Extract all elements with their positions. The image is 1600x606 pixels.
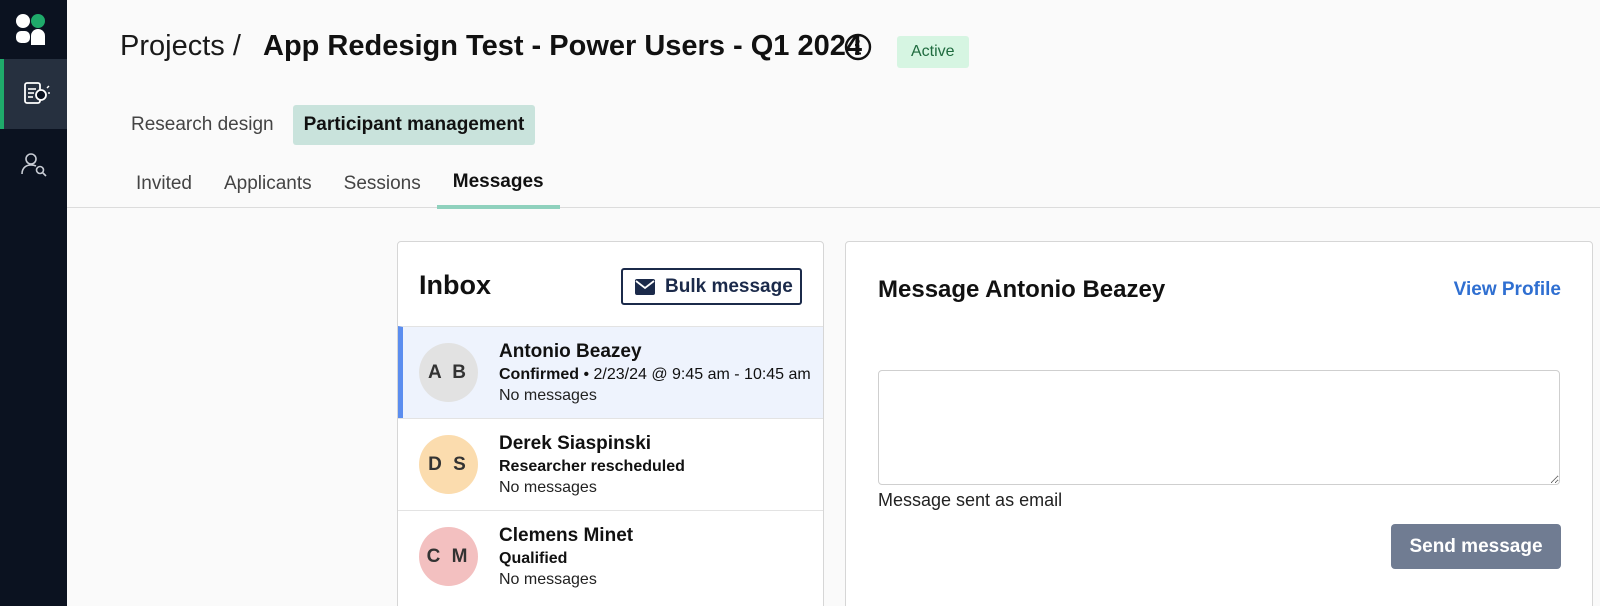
session-time: • 2/23/24 @ 9:45 am - 10:45 am — [579, 366, 811, 383]
sub-tabs: Invited Applicants Sessions Messages — [120, 162, 560, 209]
avatar: C M — [419, 527, 478, 586]
message-list: A B Antonio Beazey Confirmed • 2/23/24 @… — [398, 326, 823, 602]
participant-status-line: Qualified — [499, 550, 819, 568]
sidebar-item-research[interactable] — [0, 59, 67, 129]
info-icon[interactable] — [843, 32, 873, 62]
participant-name: Clemens Minet — [499, 525, 634, 546]
tab-participant-management[interactable]: Participant management — [292, 105, 536, 145]
message-count: No messages — [499, 571, 597, 588]
breadcrumb[interactable]: Projects / — [120, 30, 241, 63]
message-textarea[interactable] — [878, 370, 1560, 485]
tab-sessions[interactable]: Sessions — [328, 162, 437, 209]
bulk-message-button[interactable]: Bulk message — [621, 268, 802, 305]
inbox-panel: Inbox Bulk message A B Antonio Beazey Co… — [397, 241, 824, 606]
send-message-button[interactable]: Send message — [1391, 524, 1561, 569]
participant-name: Antonio Beazey — [499, 341, 642, 362]
logo-icon[interactable] — [14, 12, 50, 48]
status-badge: Active — [897, 36, 969, 68]
avatar: A B — [419, 343, 478, 402]
compose-title: Message Antonio Beazey — [878, 276, 1166, 303]
tab-applicants[interactable]: Applicants — [208, 162, 328, 209]
message-count: No messages — [499, 387, 597, 404]
bulk-message-label: Bulk message — [665, 275, 793, 297]
user-search-icon — [20, 153, 47, 177]
participant-name: Derek Siaspinski — [499, 433, 652, 454]
page-title: App Redesign Test - Power Users - Q1 202… — [263, 30, 862, 62]
list-item[interactable]: C M Clemens Minet Qualified No messages — [398, 510, 823, 602]
compose-panel: Message Antonio Beazey View Profile Mess… — [845, 241, 1593, 606]
list-item[interactable]: D S Derek Siaspinski Researcher reschedu… — [398, 418, 823, 510]
view-profile-link[interactable]: View Profile — [1454, 279, 1561, 301]
tab-messages[interactable]: Messages — [436, 160, 560, 209]
view-tabs: Research design Participant management — [120, 105, 536, 145]
participant-status: Confirmed — [499, 366, 579, 383]
left-rail — [0, 0, 67, 606]
participant-status: Researcher rescheduled — [499, 458, 685, 475]
sidebar-item-participants[interactable] — [0, 129, 67, 199]
project-header: Projects / App Redesign Test - Power Use… — [67, 0, 1600, 209]
email-note: Message sent as email — [878, 490, 1063, 510]
research-document-icon — [23, 82, 50, 104]
inbox-title: Inbox — [419, 270, 491, 300]
message-count: No messages — [499, 479, 597, 496]
participant-status-line: Confirmed • 2/23/24 @ 9:45 am - 10:45 am — [499, 366, 819, 384]
envelope-icon — [635, 278, 655, 295]
tab-invited[interactable]: Invited — [120, 162, 208, 209]
avatar: D S — [419, 435, 478, 494]
participant-status: Qualified — [499, 550, 568, 567]
tab-research-design[interactable]: Research design — [120, 105, 285, 145]
list-item[interactable]: A B Antonio Beazey Confirmed • 2/23/24 @… — [398, 326, 823, 418]
participant-status-line: Researcher rescheduled — [499, 458, 819, 476]
